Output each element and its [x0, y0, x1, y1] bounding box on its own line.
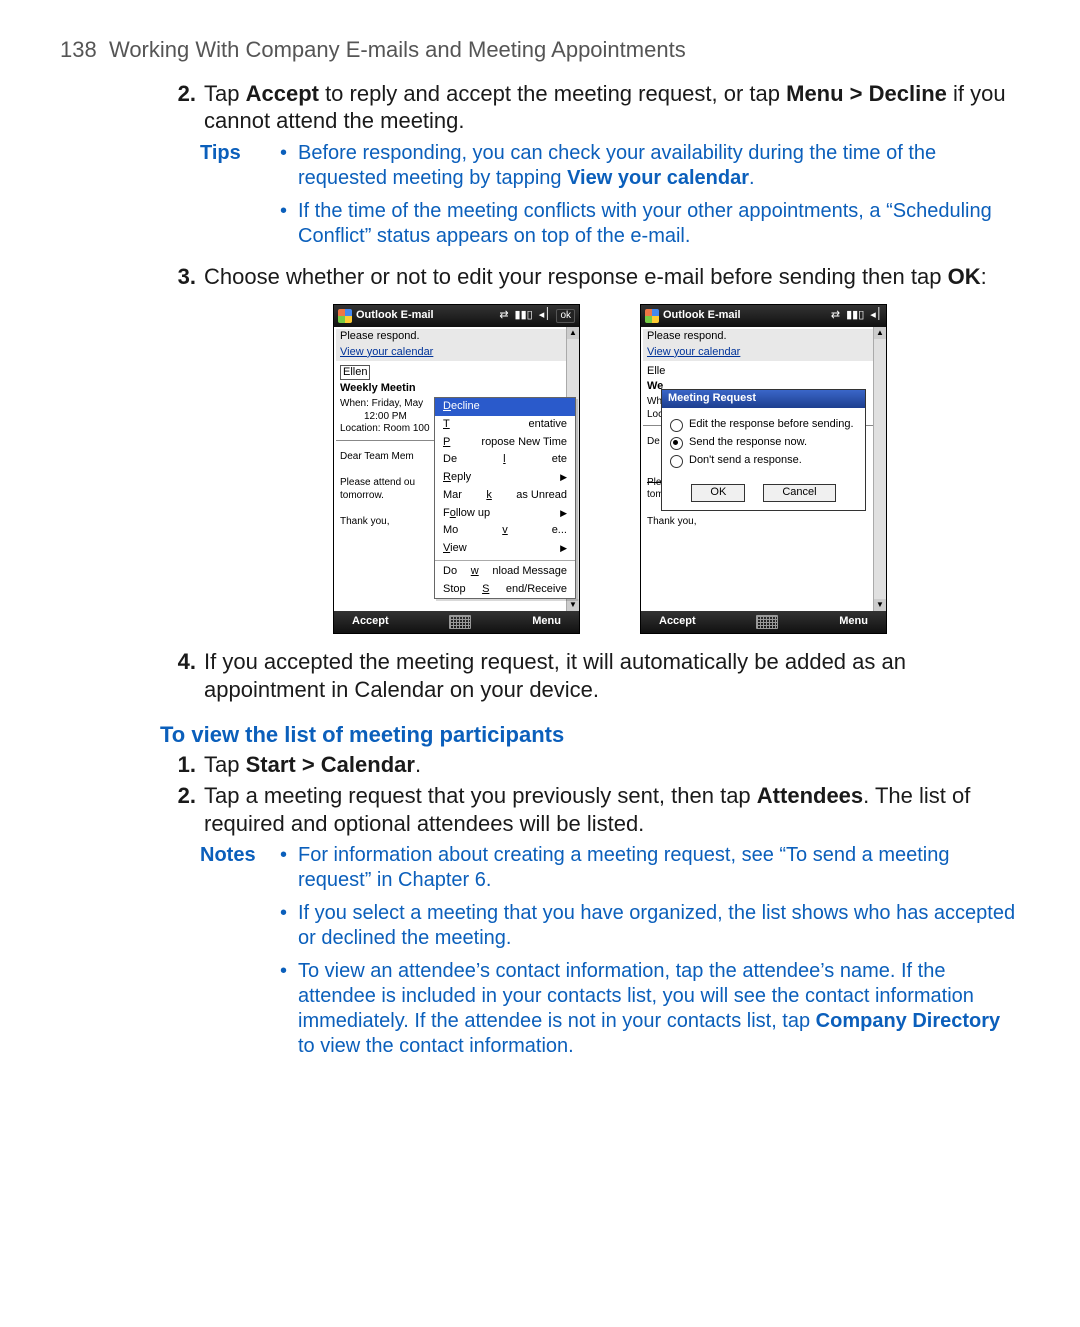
view-calendar-link[interactable]: View your calendar [647, 346, 740, 358]
menu-item-move[interactable]: Move... [435, 522, 575, 540]
screenshot-left: Outlook E-mail ⇄ ▮▮▯ ◂׀ ok Please respon… [333, 304, 580, 634]
volume-icon: ◂׀ [870, 309, 882, 323]
from-name: Ellen [340, 365, 370, 381]
notes-block: Notes • For information about creating a… [60, 843, 1020, 1067]
softkey-accept[interactable]: Accept [352, 615, 389, 629]
page-number: 138 [60, 37, 97, 62]
step-text: If you accepted the meeting request, it … [204, 648, 1020, 703]
volume-icon: ◂׀ [539, 309, 551, 323]
softkey-bar: Accept Menu [641, 611, 886, 633]
menu-item-download-message[interactable]: Download Message [435, 563, 575, 581]
step-text: Choose whether or not to edit your respo… [204, 263, 1020, 291]
step-text: Tap Accept to reply and accept the meeti… [204, 80, 1020, 135]
step-number: 2. [160, 80, 204, 135]
chapter-title: Working With Company E-mails and Meeting… [109, 37, 686, 62]
tips-block: Tips • Before responding, you can check … [60, 141, 1020, 257]
chevron-right-icon: ▶ [560, 508, 567, 519]
radio-edit-before-sending[interactable]: Edit the response before sending. [670, 418, 857, 432]
page-header: 138 Working With Company E-mails and Mee… [60, 36, 1020, 64]
scroll-up-icon[interactable]: ▲ [567, 327, 579, 339]
radio-dont-send[interactable]: Don't send a response. [670, 454, 857, 468]
notes-label: Notes [200, 843, 280, 1067]
radio-icon [670, 437, 683, 450]
screenshots-row: Outlook E-mail ⇄ ▮▮▯ ◂׀ ok Please respon… [200, 304, 1020, 634]
step-number: 4. [160, 648, 204, 703]
signal-icon: ▮▮▯ [515, 309, 533, 323]
vertical-scrollbar[interactable]: ▲ ▼ [873, 327, 886, 611]
softkey-accept[interactable]: Accept [659, 615, 696, 629]
screenshot-right: Outlook E-mail ⇄ ▮▮▯ ◂׀ Please respond. … [640, 304, 887, 634]
tip-item: • If the time of the meeting conflicts w… [280, 199, 1020, 249]
chevron-right-icon: ▶ [560, 472, 567, 483]
softkey-bar: Accept Menu [334, 611, 579, 633]
signal-icon: ▮▮▯ [846, 309, 864, 323]
tip-item: • Before responding, you can check your … [280, 141, 1020, 191]
step-text: Tap Start > Calendar. [204, 751, 1020, 779]
titlebar: Outlook E-mail ⇄ ▮▮▯ ◂׀ ok [334, 305, 579, 327]
note-item: • For information about creating a meeti… [280, 843, 1020, 893]
scroll-up-icon[interactable]: ▲ [874, 327, 886, 339]
context-menu: Decline Tentative Propose New Time Delet… [434, 397, 576, 599]
softkey-menu[interactable]: Menu [532, 615, 561, 629]
keyboard-icon[interactable] [756, 615, 778, 629]
radio-icon [670, 455, 683, 468]
tips-label: Tips [200, 141, 280, 257]
step-number: 3. [160, 263, 204, 291]
menu-item-view[interactable]: View▶ [435, 540, 575, 558]
dialog-title: Meeting Request [662, 390, 865, 408]
dialog-cancel-button[interactable]: Cancel [763, 484, 835, 502]
ok-button[interactable]: ok [556, 309, 575, 324]
bullet-icon: • [280, 959, 298, 1059]
titlebar-title: Outlook E-mail [356, 309, 495, 323]
menu-item-reply[interactable]: Reply▶ [435, 469, 575, 487]
note-item: • To view an attendee’s contact informat… [280, 959, 1020, 1059]
section-heading: To view the list of meeting participants [160, 721, 1020, 749]
titlebar: Outlook E-mail ⇄ ▮▮▯ ◂׀ [641, 305, 886, 327]
email-subject: Weekly Meetin [336, 380, 577, 398]
step-text: Tap a meeting request that you previousl… [204, 782, 1020, 837]
sec2-step-2: 2. Tap a meeting request that you previo… [160, 782, 1020, 837]
menu-item-tentative[interactable]: Tentative [435, 416, 575, 434]
windows-icon [338, 309, 352, 323]
sync-icon: ⇄ [499, 309, 508, 323]
sec2-step-1: 1. Tap Start > Calendar. [160, 751, 1020, 779]
menu-item-propose-new-time[interactable]: Propose New Time [435, 434, 575, 452]
note-item: • If you select a meeting that you have … [280, 901, 1020, 951]
please-respond-label: Please respond. [643, 329, 884, 345]
step-4: 4. If you accepted the meeting request, … [160, 648, 1020, 703]
bullet-icon: • [280, 199, 298, 249]
titlebar-title: Outlook E-mail [663, 309, 827, 323]
menu-item-stop-send-receive[interactable]: Stop Send/Receive [435, 581, 575, 599]
step-2: 2. Tap Accept to reply and accept the me… [160, 80, 1020, 135]
radio-send-now[interactable]: Send the response now. [670, 436, 857, 450]
view-calendar-link[interactable]: View your calendar [340, 346, 433, 358]
scroll-down-icon[interactable]: ▼ [567, 599, 579, 611]
radio-icon [670, 419, 683, 432]
step-3: 3. Choose whether or not to edit your re… [160, 263, 1020, 291]
meeting-request-dialog: Meeting Request Edit the response before… [661, 389, 866, 511]
menu-item-follow-up[interactable]: Follow up▶ [435, 505, 575, 523]
softkey-menu[interactable]: Menu [839, 615, 868, 629]
menu-item-delete[interactable]: Delete [435, 451, 575, 469]
windows-icon [645, 309, 659, 323]
scroll-down-icon[interactable]: ▼ [874, 599, 886, 611]
step-number: 2. [160, 782, 204, 837]
menu-item-mark-unread[interactable]: Mark as Unread [435, 487, 575, 505]
step-number: 1. [160, 751, 204, 779]
sync-icon: ⇄ [831, 309, 840, 323]
menu-item-decline[interactable]: Decline [435, 398, 575, 416]
from-name: Elle [647, 365, 665, 377]
please-respond-label: Please respond. [336, 329, 577, 345]
dialog-ok-button[interactable]: OK [691, 484, 745, 502]
bullet-icon: • [280, 901, 298, 951]
chevron-right-icon: ▶ [560, 543, 567, 554]
keyboard-icon[interactable] [449, 615, 471, 629]
bullet-icon: • [280, 843, 298, 893]
bullet-icon: • [280, 141, 298, 191]
